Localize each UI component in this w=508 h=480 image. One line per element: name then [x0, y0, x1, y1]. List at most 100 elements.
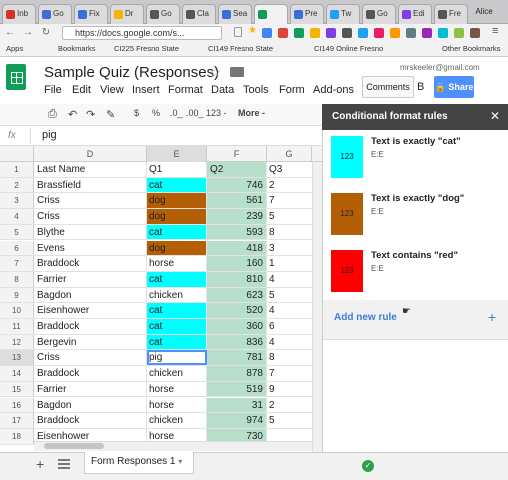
cell-q3[interactable]: 5 — [267, 288, 312, 303]
cell-q3[interactable]: 3 — [267, 241, 312, 256]
extension-icon[interactable] — [342, 28, 352, 38]
select-all-corner[interactable] — [0, 146, 34, 162]
cell-q1[interactable]: cat — [147, 303, 207, 318]
cell-q1-selected[interactable]: pig — [147, 350, 207, 366]
cell-q2[interactable]: 360 — [207, 319, 267, 334]
decrease-decimal-button[interactable]: .0_ — [170, 108, 183, 118]
add-sheet-button[interactable]: + — [36, 456, 44, 472]
extension-icon[interactable] — [278, 28, 288, 38]
row-number[interactable]: 4 — [0, 209, 34, 224]
bookmark-ci149[interactable]: CI149 Fresno State — [208, 44, 273, 53]
row-number[interactable]: 8 — [0, 271, 34, 287]
close-icon[interactable]: ✕ — [488, 108, 502, 124]
format-rule[interactable]: 123 Text is exactly "cat" E:E — [323, 130, 508, 188]
row-number[interactable]: 11 — [0, 319, 34, 334]
cell-q1[interactable]: cat — [147, 334, 207, 350]
share-button[interactable]: 🔒 Share — [434, 76, 474, 98]
cell-last-name[interactable]: Braddock — [34, 319, 147, 334]
add-plus-icon[interactable]: + — [488, 309, 496, 325]
extension-icon[interactable] — [326, 28, 336, 38]
cell-last-name[interactable]: Evens — [34, 240, 147, 256]
row-number[interactable]: 10 — [0, 303, 34, 318]
cell-q2[interactable]: 31 — [207, 397, 267, 413]
cell-q3[interactable]: 2 — [267, 398, 312, 413]
bookmark-other[interactable]: Other Bookmarks — [442, 44, 500, 53]
document-title[interactable]: Sample Quiz (Responses) — [44, 64, 219, 81]
cell-q3[interactable]: 6 — [267, 319, 312, 334]
redo-icon[interactable]: ↷ — [86, 108, 95, 121]
cell-q2[interactable]: 781 — [207, 350, 267, 366]
cell-q2[interactable]: 623 — [207, 287, 267, 303]
cell-q3[interactable]: 1 — [267, 256, 312, 271]
row-number[interactable]: 17 — [0, 413, 34, 428]
cell-q3[interactable]: Q3 — [267, 162, 312, 177]
browser-tab[interactable]: Pre — [290, 4, 324, 24]
vertical-scrollbar[interactable] — [312, 162, 322, 452]
cell-q1[interactable]: dog — [147, 209, 207, 224]
extension-icon[interactable] — [406, 28, 416, 38]
extension-icon[interactable] — [390, 28, 400, 38]
menu-data[interactable]: Data — [211, 84, 234, 96]
url-input[interactable]: https://docs.google.com/s... — [62, 26, 222, 40]
cell-q1[interactable]: horse — [147, 397, 207, 413]
cell-q3[interactable]: 8 — [267, 350, 312, 365]
column-header-d[interactable]: D — [34, 146, 147, 162]
menu-icon[interactable]: ≡ — [492, 25, 498, 37]
horizontal-scroll-thumb[interactable] — [44, 443, 104, 449]
row-number[interactable]: 9 — [0, 287, 34, 303]
cell-q1[interactable]: Q1 — [147, 162, 207, 177]
cell-q1[interactable]: cat — [147, 224, 207, 240]
cell-q2[interactable]: 519 — [207, 381, 267, 397]
cell-last-name[interactable]: Criss — [34, 193, 147, 209]
formula-input[interactable]: pig — [42, 129, 57, 141]
cell-q2[interactable]: 160 — [207, 256, 267, 271]
extension-icon[interactable] — [294, 28, 304, 38]
extension-icon[interactable] — [422, 28, 432, 38]
cell-last-name[interactable]: Braddock — [34, 366, 147, 381]
browser-tab[interactable]: Sea — [218, 4, 252, 24]
row-number[interactable]: 5 — [0, 224, 34, 240]
cell-last-name[interactable]: Farrier — [34, 381, 147, 397]
cell-last-name[interactable]: Bergevin — [34, 334, 147, 350]
extension-icon[interactable] — [374, 28, 384, 38]
cell-last-name[interactable]: Braddock — [34, 413, 147, 428]
row-number[interactable]: 7 — [0, 256, 34, 271]
cell-q3[interactable]: 7 — [267, 193, 312, 208]
cell-q1[interactable]: chicken — [147, 366, 207, 381]
cell-q2[interactable]: 974 — [207, 413, 267, 428]
row-number[interactable]: 1 — [0, 162, 34, 177]
row-number[interactable]: 16 — [0, 397, 34, 413]
cell-q3[interactable]: 2 — [267, 178, 312, 193]
extension-icon[interactable] — [438, 28, 448, 38]
extension-icon[interactable] — [470, 28, 480, 38]
profile-name[interactable]: Alice — [464, 4, 504, 20]
browser-tab[interactable]: Fre — [434, 4, 468, 24]
increase-decimal-button[interactable]: .00_ — [186, 108, 204, 118]
paint-format-icon[interactable]: ✎ — [106, 108, 115, 121]
cell-q3[interactable]: 4 — [267, 303, 312, 318]
cell-last-name[interactable]: Bagdon — [34, 287, 147, 303]
row-number[interactable]: 3 — [0, 193, 34, 209]
cell-q3[interactable]: 4 — [267, 272, 312, 287]
account-email[interactable]: mrskeeler@gmail.com — [400, 63, 480, 72]
column-header-f[interactable]: F — [207, 146, 267, 162]
cell-q3[interactable]: 7 — [267, 366, 312, 381]
cell-q2[interactable]: 520 — [207, 303, 267, 318]
cell-q3[interactable]: 5 — [267, 413, 312, 428]
bookmark-bookmarks[interactable]: Bookmarks — [58, 44, 96, 53]
menu-view[interactable]: View — [100, 84, 124, 96]
column-header-e[interactable]: E — [147, 146, 207, 162]
bookmark-ci149-online[interactable]: CI149 Online Fresno — [314, 44, 383, 53]
bookmark-ci225[interactable]: CI225 Fresno State — [114, 44, 179, 53]
row-number[interactable]: 12 — [0, 334, 34, 350]
currency-button[interactable]: $ — [134, 108, 139, 118]
cell-q1[interactable]: dog — [147, 193, 207, 209]
cell-last-name[interactable]: Bagdon — [34, 397, 147, 413]
cell-last-name[interactable]: Brassfield — [34, 177, 147, 193]
forward-icon[interactable]: → — [22, 26, 34, 40]
browser-tab[interactable]: Go — [146, 4, 180, 24]
menu-tools[interactable]: Tools — [243, 84, 269, 96]
comments-button[interactable]: Comments — [362, 76, 414, 98]
row-number[interactable]: 2 — [0, 177, 34, 193]
percent-button[interactable]: % — [152, 108, 160, 118]
